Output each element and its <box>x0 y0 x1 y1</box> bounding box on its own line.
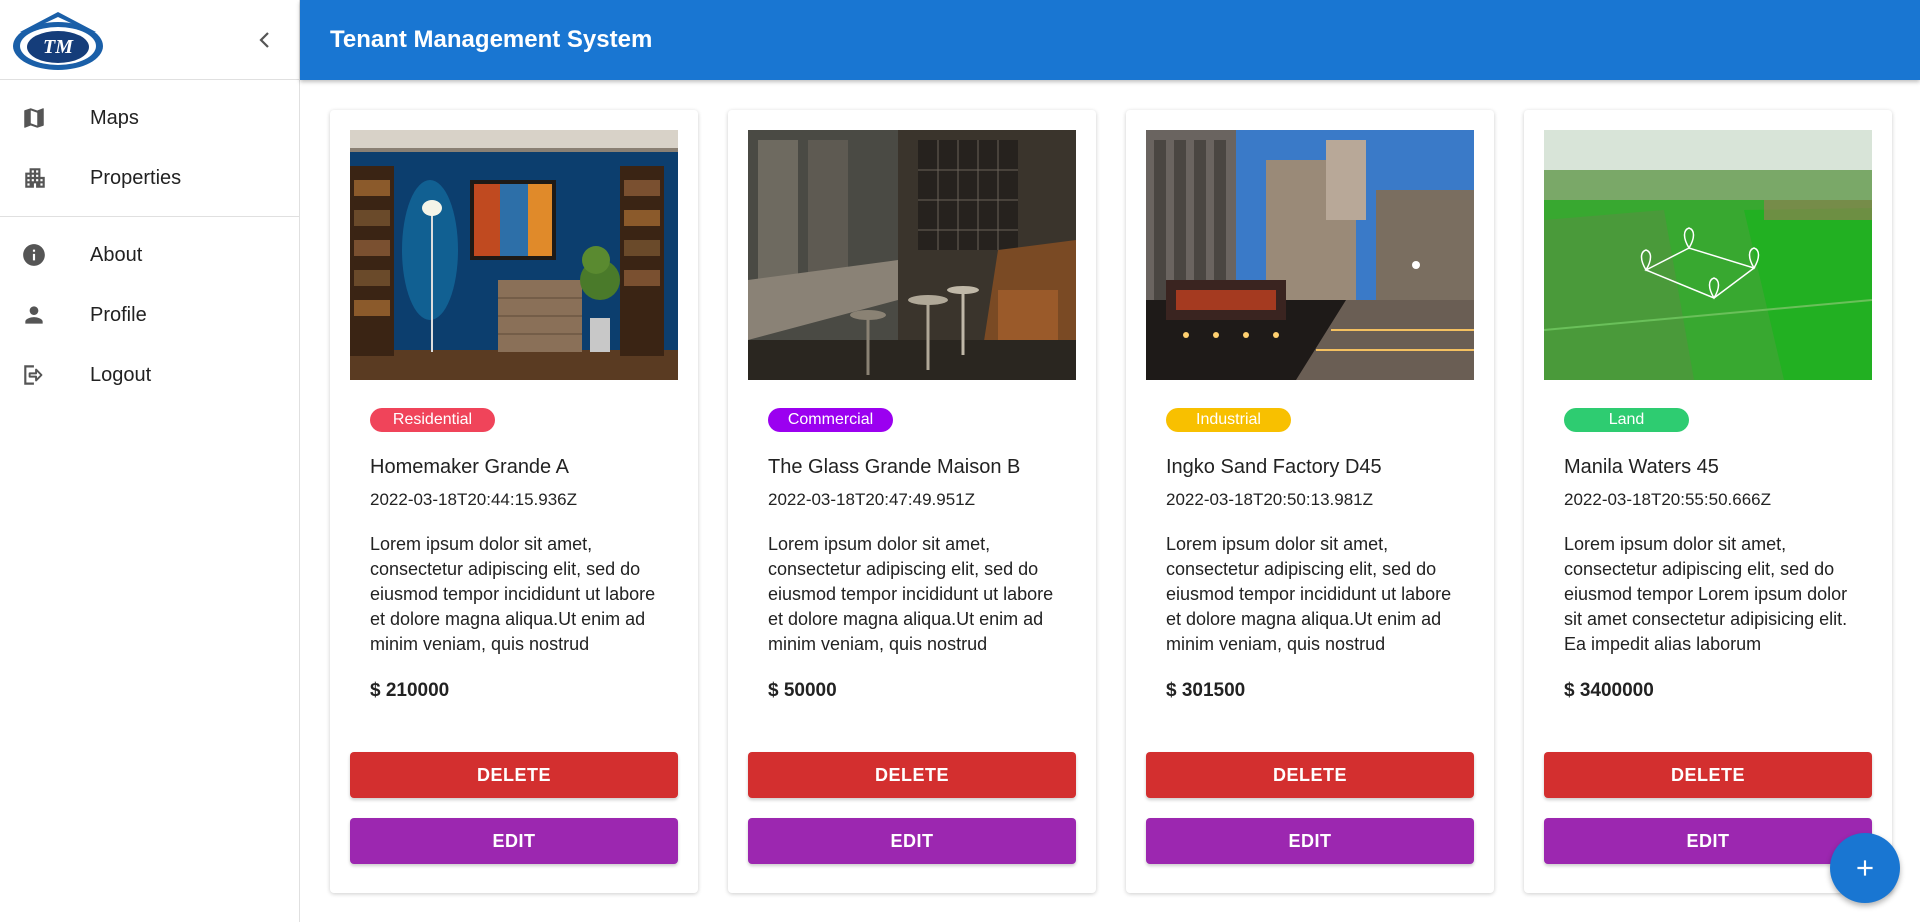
sidebar-item-label: Properties <box>90 166 182 189</box>
delete-button[interactable]: DELETE <box>748 752 1076 798</box>
sidebar-item-maps[interactable]: Maps <box>0 88 299 148</box>
chevron-left-icon <box>259 32 269 48</box>
property-title: The Glass Grande Maison B <box>768 456 1021 478</box>
logo-text: TM <box>43 36 74 58</box>
sidebar-header: TM <box>0 0 299 80</box>
add-property-button[interactable] <box>1830 833 1900 903</box>
sidebar-item-logout[interactable]: Logout <box>0 345 299 405</box>
app-header: Tenant Management System <box>300 0 1920 80</box>
delete-button[interactable]: DELETE <box>1544 752 1872 798</box>
edit-button[interactable]: EDIT <box>350 818 678 864</box>
property-date: 2022-03-18T20:47:49.951Z <box>768 490 975 509</box>
property-type-badge: Commercial <box>768 408 893 432</box>
property-card: Commercial The Glass Grande Maison B 202… <box>728 110 1096 893</box>
property-image <box>1146 130 1474 380</box>
property-image <box>1544 130 1872 380</box>
sidebar-item-about[interactable]: About <box>0 225 299 285</box>
property-card: Residential Homemaker Grande A 2022-03-1… <box>330 110 698 893</box>
sidebar-item-properties[interactable]: Properties <box>0 148 299 208</box>
property-date: 2022-03-18T20:50:13.981Z <box>1166 490 1373 509</box>
property-description: Lorem ipsum dolor sit amet, consectetur … <box>768 534 1054 654</box>
property-type-badge: Residential <box>370 408 495 432</box>
sidebar-item-label: About <box>90 243 143 266</box>
property-type-badge: Industrial <box>1166 408 1291 432</box>
primary-nav: Maps Properties <box>0 80 299 216</box>
property-card: Industrial Ingko Sand Factory D45 2022-0… <box>1126 110 1494 893</box>
logout-icon <box>0 362 90 388</box>
sidebar-item-profile[interactable]: Profile <box>0 285 299 345</box>
person-icon <box>0 302 90 328</box>
sidebar-item-label: Logout <box>90 363 152 386</box>
collapse-sidebar-button[interactable] <box>252 26 276 54</box>
property-image <box>748 130 1076 380</box>
map-icon <box>0 105 90 131</box>
property-title: Ingko Sand Factory D45 <box>1166 456 1382 478</box>
property-image <box>350 130 678 380</box>
sidebar-item-label: Maps <box>90 106 139 129</box>
property-description: Lorem ipsum dolor sit amet, consectetur … <box>370 534 656 654</box>
property-price: $ 301500 <box>1166 680 1246 701</box>
app-logo: TM <box>10 8 110 72</box>
delete-button[interactable]: DELETE <box>1146 752 1474 798</box>
property-price: $ 3400000 <box>1564 680 1654 701</box>
edit-button[interactable]: EDIT <box>1544 818 1872 864</box>
info-icon <box>0 242 90 268</box>
edit-button[interactable]: EDIT <box>748 818 1076 864</box>
property-title: Homemaker Grande A <box>370 456 569 478</box>
property-type-badge: Land <box>1564 408 1689 432</box>
sidebar: TM Maps Properties About Profile Logout <box>0 0 300 922</box>
sidebar-item-label: Profile <box>90 303 147 326</box>
properties-icon <box>0 165 90 191</box>
property-card: Land Manila Waters 45 2022-03-18T20:55:5… <box>1524 110 1892 893</box>
property-date: 2022-03-18T20:55:50.666Z <box>1564 490 1771 509</box>
property-price: $ 210000 <box>370 680 450 701</box>
property-date: 2022-03-18T20:44:15.936Z <box>370 490 577 509</box>
page-title: Tenant Management System <box>330 26 653 53</box>
property-title: Manila Waters 45 <box>1564 456 1719 478</box>
property-description: Lorem ipsum dolor sit amet, consectetur … <box>1166 534 1452 654</box>
delete-button[interactable]: DELETE <box>350 752 678 798</box>
secondary-nav: About Profile Logout <box>0 216 299 413</box>
property-price: $ 50000 <box>768 680 837 701</box>
add-icon <box>1857 860 1873 876</box>
edit-button[interactable]: EDIT <box>1146 818 1474 864</box>
property-description: Lorem ipsum dolor sit amet, consectetur … <box>1564 534 1848 654</box>
